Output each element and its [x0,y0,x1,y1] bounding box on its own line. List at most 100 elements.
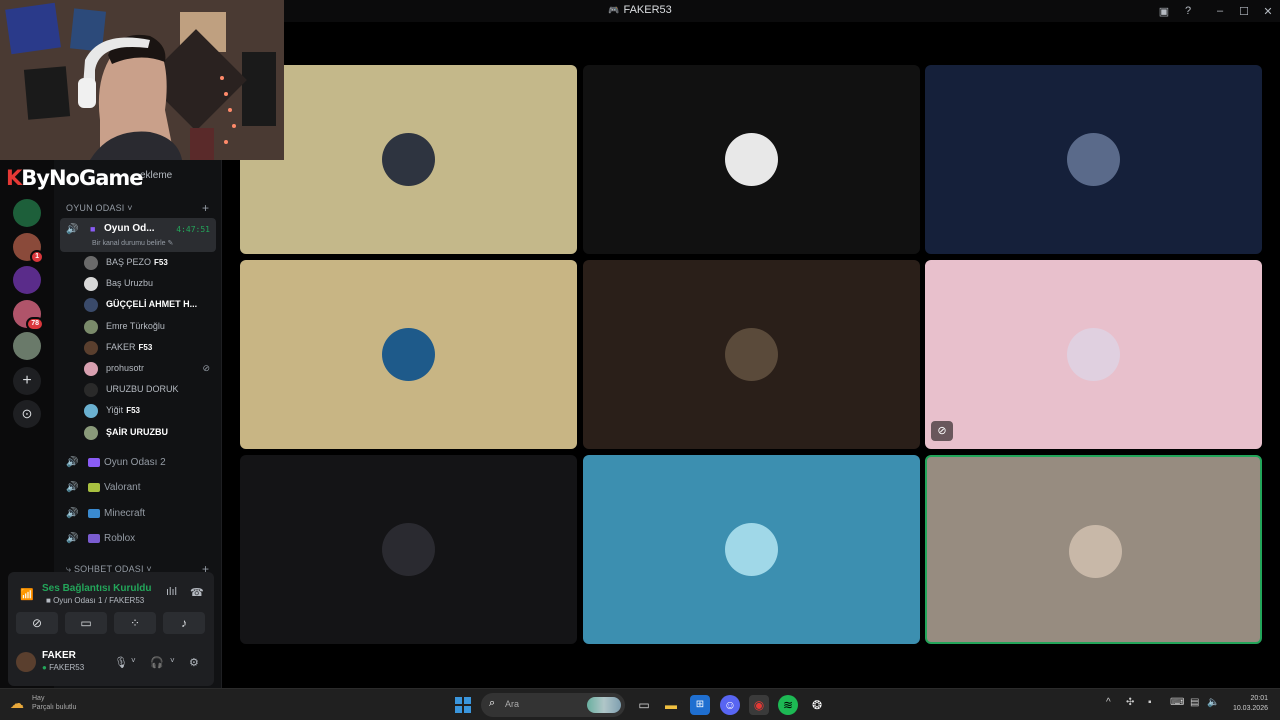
chrome-icon[interactable]: ◉ [749,695,769,715]
video-tile[interactable] [582,455,920,644]
windows-start-icon[interactable] [455,697,471,713]
close-icon[interactable]: ✕ [1256,5,1280,18]
voice-member[interactable]: Emre Türkoğlu [84,318,214,336]
avatar[interactable] [16,652,36,672]
maximize-icon[interactable]: ☐ [1232,5,1256,18]
channel-name: Oyun Odası 2 [104,457,166,468]
clock[interactable]: 20:01 10.03.2026 [1233,694,1268,714]
server-icon[interactable]: 1 [13,233,44,264]
network-icon[interactable]: ▤ [1190,697,1199,708]
category-voice[interactable]: OYUN ODASI ˅ [66,203,133,213]
keyboard-icon[interactable]: ⌨ [1170,697,1184,708]
weather-widget[interactable]: Hay Parçalı bulutlu [32,694,76,712]
voice-channel[interactable]: 🔊 Valorant [66,480,216,498]
server-icon[interactable] [13,266,41,294]
voice-member[interactable]: FAKER F53 [84,339,214,357]
member-name: prohusotr [106,363,145,373]
channel-status-hint[interactable]: Bir kanal durumu belirle ✎ [92,239,173,247]
taskbar-search[interactable]: ⌕ Ara [481,693,625,717]
signal-icon: 📶 [20,589,34,601]
video-tile[interactable] [925,65,1262,254]
store-icon[interactable]: ⊞ [690,695,710,715]
volume-icon[interactable]: 🔈 [1207,697,1219,708]
member-name: Yiğit F53 [106,405,140,416]
channel-name: Roblox [104,532,136,544]
speaker-icon: 🔊 [66,224,79,235]
avatar [382,523,435,576]
video-tile[interactable] [925,455,1262,644]
voice-member[interactable]: BAŞ PEZO F53 [84,254,214,272]
settings-gear-icon[interactable]: ⚙ [189,656,199,669]
voice-status-title[interactable]: Ses Bağlantısı Kuruldu [42,583,151,594]
video-tile[interactable] [582,260,920,449]
member-tag: F53 [126,406,140,416]
notification-badge: 1 [30,250,44,264]
avatar [84,362,98,376]
voice-member[interactable]: prohusotr ⊘ [84,360,214,378]
task-view-icon[interactable]: ▭ [634,695,654,715]
discord-taskbar-icon[interactable]: ☺ [720,695,740,715]
avatar [84,256,98,270]
video-tile[interactable]: ⊘ [925,260,1262,449]
voice-channel[interactable]: 🔊 Roblox [66,531,216,549]
avatar [1067,133,1120,186]
add-server-icon[interactable]: + [13,367,41,395]
video-tile[interactable] [240,65,577,254]
microphone-icon[interactable]: 🎙 [114,656,128,669]
avatar [84,404,98,419]
search-highlight-image [587,697,621,713]
weather-icon[interactable]: ☁ [10,695,24,712]
explore-icon[interactable]: ⊙ [13,400,41,428]
soundboard-button[interactable]: ♪ [163,612,205,634]
search-placeholder: Ara [505,699,520,709]
active-voice-channel[interactable]: 🔊 ■ Oyun Od... 4:47:51 Bir kanal durumu … [60,218,216,252]
server-icon[interactable] [13,332,41,360]
tray-app-icon-2[interactable]: ▪ [1148,697,1152,708]
video-tile[interactable] [240,260,577,449]
voice-member[interactable]: URUZBU DORUK [84,381,214,399]
avatar [84,298,98,313]
chevron-down-icon[interactable]: ˅ [131,656,136,665]
file-explorer-icon[interactable]: ▬ [661,695,681,715]
chevron-down-icon[interactable]: ˅ [170,656,175,665]
tray-app-icon[interactable]: ✣ [1126,697,1134,708]
member-name: FAKER F53 [106,341,153,352]
camera-off-button[interactable]: ⊘ [16,612,58,634]
voice-member[interactable]: Baş Uruzbu [84,275,214,293]
user-panel: 📶 Ses Bağlantısı Kuruldu ■ Oyun Odası 1 … [8,572,214,686]
server-icon[interactable] [13,199,41,227]
server-icon[interactable]: 78 [13,300,44,331]
headphones-icon[interactable]: 🎧 [150,656,164,669]
add-channel-icon[interactable]: + [202,201,209,215]
inbox-icon[interactable]: ▣ [1152,5,1176,18]
taskbar: ☁ Hay Parçalı bulutlu ⌕ Ara ▭ ▬ ⊞ ☺ ◉ ≋ ❂… [0,688,1280,720]
voice-member[interactable]: ǤÜÇÇELİ AHMET H... [84,296,214,314]
voice-member[interactable]: ŞAİR URUZBU [84,424,214,442]
disconnect-icon[interactable]: ☎ [190,586,204,599]
voice-member[interactable]: Yiğit F53 [84,402,214,420]
mic-muted-icon: ⊘ [202,363,210,373]
help-icon[interactable]: ? [1176,5,1200,17]
activities-button[interactable]: ⁘ [114,612,156,634]
chevron-up-icon[interactable]: ^ [1106,697,1111,708]
voice-channel[interactable]: 🔊 Oyun Odası 2 [66,455,216,473]
channel-emoji-icon [88,508,100,518]
avatar [1067,328,1120,381]
user-name[interactable]: FAKER [42,650,76,661]
voice-channel[interactable]: 🔊 Minecraft [66,506,216,524]
noise-suppression-icon[interactable]: ılıl [166,586,177,598]
voice-status-subtitle[interactable]: ■ Oyun Odası 1 / FAKER53 [46,596,144,605]
avatar [84,425,98,440]
minimize-icon[interactable]: – [1208,5,1232,17]
user-status[interactable]: ● FAKER53 [42,663,84,672]
video-tile[interactable] [582,65,920,254]
spotify-icon[interactable]: ≋ [778,695,798,715]
screen-share-button[interactable]: ▭ [65,612,107,634]
channel-emoji-icon [88,458,100,467]
steelseries-icon[interactable]: ❂ [807,695,827,715]
bynogame-logo: KByNoGame [6,166,144,190]
notification-badge: 78 [26,317,44,331]
search-icon: ⌕ [489,697,496,709]
webcam-image [0,0,284,160]
video-tile[interactable] [240,455,577,644]
